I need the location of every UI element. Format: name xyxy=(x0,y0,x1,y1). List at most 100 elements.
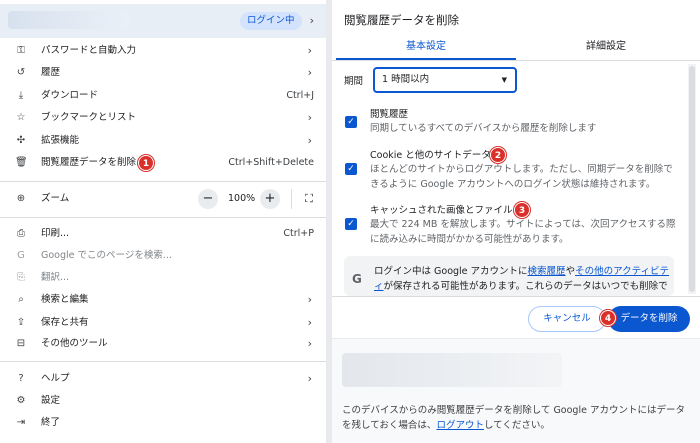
chevron-right-icon: › xyxy=(307,293,312,306)
menu-item-history[interactable]: ↺ 履歴 › xyxy=(0,63,326,83)
menu-item-label: 翻訳... xyxy=(41,272,70,283)
menu-item-print[interactable]: ⎙ 印刷... Ctrl+P xyxy=(0,224,326,244)
menu-item-label: Google でこのページを検索... xyxy=(41,250,172,261)
browsing-history-checkbox[interactable]: ✓ xyxy=(345,116,357,128)
menu-item-label: ズーム xyxy=(41,193,70,204)
scrollbar-thumb[interactable] xyxy=(689,66,695,292)
menu-item-extensions[interactable]: ✣ 拡張機能 › xyxy=(0,131,326,151)
menu-item-label: 拡張機能 xyxy=(41,135,80,146)
key-icon: ⚿ xyxy=(17,45,25,56)
menu-item-label: 履歴 xyxy=(41,67,61,78)
option-title: Cookie と他のサイトデータ xyxy=(370,150,491,161)
shortcut-label: Ctrl+J xyxy=(286,90,314,101)
menu-item-label: 閲覧履歴データを削除... xyxy=(41,157,146,168)
option-desc: ほとんどのサイトからログアウトします。ただし、同期データを削除できるように Go… xyxy=(370,164,673,190)
menu-divider xyxy=(0,217,326,218)
step-badge-1: 1 xyxy=(138,155,154,171)
menu-item-settings[interactable]: ⚙ 設定 xyxy=(0,391,326,411)
search-history-link[interactable]: 検索履歴 xyxy=(528,266,566,277)
chevron-right-icon: › xyxy=(307,66,312,79)
toolbox-icon: ⊟ xyxy=(16,338,26,349)
menu-item-find-edit[interactable]: ⌕ 検索と編集 › xyxy=(0,290,326,310)
option-title: キャッシュされた画像とファイル xyxy=(370,205,513,216)
menu-divider xyxy=(0,181,326,182)
zoom-divider xyxy=(291,189,292,209)
footer-text-part: してください。 xyxy=(483,420,550,431)
help-icon: ? xyxy=(18,373,24,384)
active-tab-indicator xyxy=(336,58,516,60)
cancel-button[interactable]: キャンセル xyxy=(528,306,606,332)
logout-link[interactable]: ログアウト xyxy=(436,420,484,431)
menu-divider xyxy=(0,361,326,362)
print-icon: ⎙ xyxy=(17,228,25,239)
shortcut-label: Ctrl+P xyxy=(283,228,314,239)
chevron-right-icon: › xyxy=(307,111,312,124)
cache-checkbox[interactable]: ✓ xyxy=(345,218,357,230)
period-select[interactable]: 1 時間以内 ▼ xyxy=(373,67,517,93)
option-title: 閲覧履歴 xyxy=(370,109,409,120)
menu-item-passwords[interactable]: ⚿ パスワードと自動入力 › xyxy=(0,41,326,61)
shortcut-label: Ctrl+Shift+Delete xyxy=(228,157,314,168)
dropdown-caret-icon: ▼ xyxy=(501,76,507,84)
option-desc: 同期しているすべてのデバイスから履歴を削除します xyxy=(370,123,597,134)
chrome-menu: ログイン中 › ⚿ パスワードと自動入力 › ↺ 履歴 › ⤓ ダウンロード C… xyxy=(0,0,326,443)
download-icon: ⤓ xyxy=(18,90,24,101)
option-desc: 最大で 224 MB を解放します。サイトによっては、次回アクセスする際に読み込… xyxy=(370,219,676,245)
menu-item-exit[interactable]: ⇥ 終了 xyxy=(0,413,326,433)
info-text-part: や xyxy=(565,266,576,277)
chevron-right-icon: › xyxy=(307,44,312,57)
menu-item-translate[interactable]: ⎘ 翻訳... xyxy=(0,268,326,288)
save-share-icon: ⇪ xyxy=(16,317,26,328)
info-text-part: ログイン中は Google アカウントに xyxy=(374,266,528,277)
menu-item-label: 終了 xyxy=(41,417,61,428)
zoom-out-button[interactable]: − xyxy=(198,189,218,209)
step-badge-3: 3 xyxy=(514,202,530,218)
profile-row[interactable]: ログイン中 › xyxy=(0,4,326,38)
account-info-box: G ログイン中は Google アカウントに検索履歴やその他のアクティビティが保… xyxy=(344,256,674,296)
clear-data-dialog: 閲覧履歴データを削除 基本設定 詳細設定 期間 1 時間以内 ▼ ✓ 閲覧履歴 … xyxy=(332,0,700,443)
step-badge-4: 4 xyxy=(600,310,616,326)
star-icon: ☆ xyxy=(16,112,26,123)
step-badge-2: 2 xyxy=(490,147,506,163)
chevron-right-icon: › xyxy=(307,337,312,350)
menu-item-label: 印刷... xyxy=(41,228,70,239)
profile-name-blurred xyxy=(8,11,130,29)
menu-item-bookmarks[interactable]: ☆ ブックマークとリスト › xyxy=(0,108,326,128)
menu-item-label: その他のツール xyxy=(41,338,108,349)
menu-item-label: パスワードと自動入力 xyxy=(41,45,137,56)
search-edit-icon: ⌕ xyxy=(18,294,24,305)
account-blurred xyxy=(342,353,562,387)
dialog-footer: このデバイスからのみ閲覧履歴データを削除して Google アカウントにはデータ… xyxy=(332,338,700,443)
menu-item-label: ヘルプ xyxy=(41,373,70,384)
footer-text: このデバイスからのみ閲覧履歴データを削除して Google アカウントにはデータ… xyxy=(342,403,694,433)
tab-bar-line xyxy=(332,60,700,61)
menu-item-label: 検索と編集 xyxy=(41,294,89,305)
zoom-icon: ⊕ xyxy=(16,193,26,204)
cookies-checkbox[interactable]: ✓ xyxy=(345,163,357,175)
zoom-in-button[interactable]: + xyxy=(260,189,280,209)
google-icon: G xyxy=(17,250,25,261)
menu-item-more-tools[interactable]: ⊟ その他のツール › xyxy=(0,334,326,354)
delete-data-button[interactable]: データを削除 xyxy=(608,306,690,332)
menu-item-save-share[interactable]: ⇪ 保存と共有 › xyxy=(0,313,326,333)
period-value: 1 時間以内 xyxy=(382,74,430,85)
menu-item-label: ブックマークとリスト xyxy=(41,112,137,123)
google-icon: G xyxy=(352,272,362,286)
chevron-right-icon: › xyxy=(307,316,312,329)
menu-item-search-google[interactable]: G Google でこのページを検索... xyxy=(0,246,326,266)
menu-item-downloads[interactable]: ⤓ ダウンロード Ctrl+J xyxy=(0,86,326,106)
info-text-part: が保存される可能性があります。これらのデータはいつでも削除で xyxy=(383,281,668,292)
menu-item-help[interactable]: ? ヘルプ › xyxy=(0,369,326,389)
chevron-right-icon: › xyxy=(307,372,312,385)
chevron-right-icon: › xyxy=(307,134,312,147)
menu-item-label: 設定 xyxy=(41,395,61,406)
account-info-text: ログイン中は Google アカウントに検索履歴やその他のアクティビティが保存さ… xyxy=(374,264,670,294)
exit-icon: ⇥ xyxy=(16,417,26,428)
tab-advanced[interactable]: 詳細設定 xyxy=(516,36,696,62)
zoom-level: 100% xyxy=(228,193,256,204)
chevron-right-icon: › xyxy=(309,14,314,27)
puzzle-icon: ✣ xyxy=(16,135,26,146)
menu-item-clear-browsing-data[interactable]: 🗑 閲覧履歴データを削除... Ctrl+Shift+Delete xyxy=(0,153,326,173)
fullscreen-icon[interactable]: ⛶ xyxy=(299,189,319,209)
period-label: 期間 xyxy=(344,76,364,87)
